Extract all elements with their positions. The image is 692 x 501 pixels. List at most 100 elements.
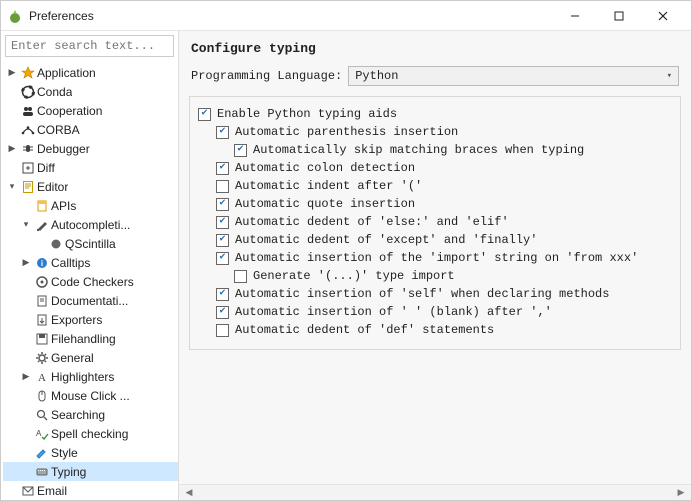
preferences-window: Preferences ▶ Application Conda [0,0,692,501]
tree-item-editor[interactable]: ▾ Editor [3,177,178,196]
tree-item-exporters[interactable]: Exporters [3,310,178,329]
app-icon [7,8,23,24]
tree-item-mouseclick[interactable]: Mouse Click ... [3,386,178,405]
checkbox-checked-icon[interactable]: ✔ [198,108,211,121]
preferences-tree[interactable]: ▶ Application Conda Cooperation CORBA [1,61,178,500]
doc-icon [33,294,51,308]
svg-text:i: i [41,259,43,268]
language-select[interactable]: Python ▾ [348,66,679,86]
opt-colon[interactable]: ✔ Automatic colon detection [198,159,672,177]
tree-item-searching[interactable]: Searching [3,405,178,424]
debugger-icon [19,142,37,156]
conda-icon [19,85,37,99]
expand-icon[interactable]: ▶ [5,143,19,154]
search-input[interactable] [5,35,174,57]
opt-dedent-else[interactable]: ✔ Automatic dedent of 'else:' and 'elif' [198,213,672,231]
opt-skipmatch[interactable]: ✔ Automatically skip matching braces whe… [198,141,672,159]
expand-icon[interactable]: ▶ [19,371,33,382]
scroll-right-icon[interactable]: ▶ [673,486,689,500]
opt-enable[interactable]: ✔ Enable Python typing aids [198,105,672,123]
diff-icon [19,161,37,175]
checkbox-checked-icon[interactable]: ✔ [216,252,229,265]
checkbox-checked-icon[interactable]: ✔ [216,216,229,229]
tree-item-corba[interactable]: CORBA [3,120,178,139]
tree-item-diff[interactable]: Diff [3,158,178,177]
tree-item-cooperation[interactable]: Cooperation [3,101,178,120]
maximize-button[interactable] [597,1,641,31]
autocomplete-icon [33,218,51,232]
content-pane: Configure typing Programming Language: P… [179,31,691,500]
language-value: Python [355,69,398,83]
opt-dedent-def[interactable]: Automatic dedent of 'def' statements [198,321,672,339]
sidebar: ▶ Application Conda Cooperation CORBA [1,31,179,500]
style-icon [33,446,51,460]
opt-self[interactable]: ✔ Automatic insertion of 'self' when dec… [198,285,672,303]
codecheckers-icon [33,275,51,289]
checkbox-checked-icon[interactable]: ✔ [216,126,229,139]
expand-icon[interactable]: ▶ [5,67,19,78]
tree-item-application[interactable]: ▶ Application [3,63,178,82]
calltips-icon: i [33,256,51,270]
language-label: Programming Language: [191,69,342,83]
tree-item-conda[interactable]: Conda [3,82,178,101]
checkbox-unchecked-icon[interactable] [216,324,229,337]
body: ▶ Application Conda Cooperation CORBA [1,31,691,500]
checkbox-checked-icon[interactable]: ✔ [216,288,229,301]
close-button[interactable] [641,1,685,31]
tree-item-email[interactable]: Email [3,481,178,500]
star-icon [19,66,37,80]
svg-text:A: A [38,372,46,384]
checkbox-checked-icon[interactable]: ✔ [216,162,229,175]
checkbox-checked-icon[interactable]: ✔ [216,306,229,319]
save-icon [33,332,51,346]
corba-icon [19,123,37,137]
titlebar: Preferences [1,1,691,31]
collapse-icon[interactable]: ▾ [5,181,19,192]
svg-text:A: A [36,429,42,438]
search-icon [33,408,51,422]
typing-options-group: ✔ Enable Python typing aids ✔ Automatic … [189,96,681,350]
minimize-button[interactable] [553,1,597,31]
email-icon [19,484,37,498]
cooperation-icon [19,104,37,118]
opt-paren[interactable]: ✔ Automatic parenthesis insertion [198,123,672,141]
tree-item-spellchecking[interactable]: A Spell checking [3,424,178,443]
checkbox-unchecked-icon[interactable] [216,180,229,193]
checkbox-checked-icon[interactable]: ✔ [234,144,247,157]
expand-icon[interactable]: ▶ [19,257,33,268]
opt-quote[interactable]: ✔ Automatic quote insertion [198,195,672,213]
chevron-down-icon: ▾ [667,71,672,81]
tree-item-highlighters[interactable]: ▶ A Highlighters [3,367,178,386]
mouse-icon [33,389,51,403]
tree-item-autocompletion[interactable]: ▾ Autocompleti... [3,215,178,234]
typing-icon [33,465,51,479]
horizontal-scrollbar[interactable]: ◀ ▶ [179,484,691,500]
opt-blank[interactable]: ✔ Automatic insertion of ' ' (blank) aft… [198,303,672,321]
exporters-icon [33,313,51,327]
tree-item-calltips[interactable]: ▶ i Calltips [3,253,178,272]
collapse-icon[interactable]: ▾ [19,219,33,230]
language-row: Programming Language: Python ▾ [179,62,691,94]
tree-item-style[interactable]: Style [3,443,178,462]
checkbox-checked-icon[interactable]: ✔ [216,198,229,211]
tree-item-apis[interactable]: APIs [3,196,178,215]
window-title: Preferences [29,9,94,23]
spellcheck-icon: A [33,427,51,441]
scroll-left-icon[interactable]: ◀ [181,486,197,500]
checkbox-checked-icon[interactable]: ✔ [216,234,229,247]
tree-item-filehandling[interactable]: Filehandling [3,329,178,348]
checkbox-unchecked-icon[interactable] [234,270,247,283]
tree-item-qscintilla[interactable]: QScintilla [3,234,178,253]
section-title: Configure typing [179,31,691,62]
tree-item-general[interactable]: General [3,348,178,367]
tree-item-typing[interactable]: Typing [3,462,178,481]
highlight-icon: A [33,370,51,384]
apis-icon [33,199,51,213]
opt-import[interactable]: ✔ Automatic insertion of the 'import' st… [198,249,672,267]
tree-item-debugger[interactable]: ▶ Debugger [3,139,178,158]
opt-indentparen[interactable]: Automatic indent after '(' [198,177,672,195]
opt-dedent-except[interactable]: ✔ Automatic dedent of 'except' and 'fina… [198,231,672,249]
tree-item-codecheckers[interactable]: Code Checkers [3,272,178,291]
tree-item-documentation[interactable]: Documentati... [3,291,178,310]
opt-gentype[interactable]: Generate '(...)' type import [198,267,672,285]
